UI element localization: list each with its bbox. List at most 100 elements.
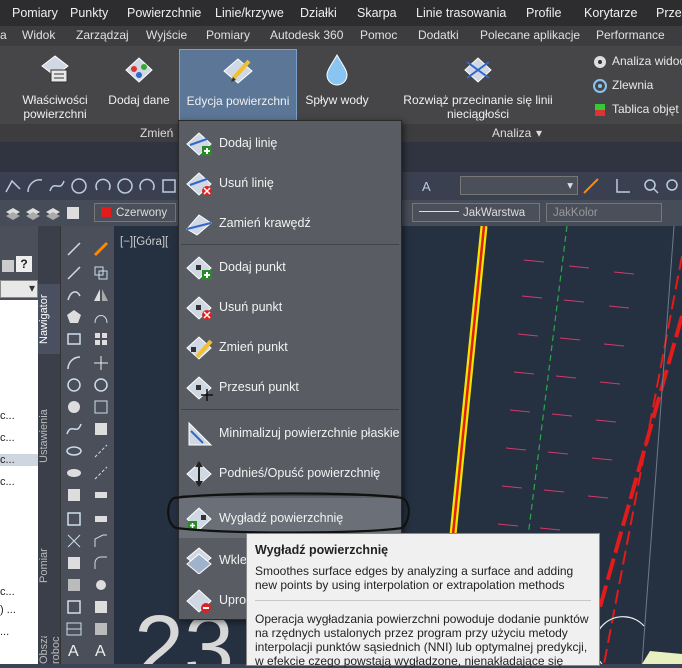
- tab-polecane-aplikacje[interactable]: Polecane aplikacje: [480, 28, 580, 42]
- circle-icon[interactable]: [70, 177, 88, 195]
- menu-profile[interactable]: Profile: [526, 6, 561, 20]
- zoom-icon[interactable]: [642, 177, 660, 195]
- stretch-tool-icon[interactable]: [92, 420, 110, 438]
- palette-combo[interactable]: ▾: [0, 280, 38, 298]
- break-tool-icon[interactable]: [92, 486, 110, 504]
- tab-performance[interactable]: Performance: [596, 28, 665, 42]
- menu-item-delete-line[interactable]: Usuń linię: [179, 163, 401, 203]
- list-item[interactable]: ...: [0, 626, 9, 638]
- water-drop-button[interactable]: Spływ wody: [302, 52, 372, 107]
- arc-tool-icon[interactable]: [65, 354, 83, 372]
- rotate-tool-icon[interactable]: [92, 376, 110, 394]
- analysis-expand-icon[interactable]: ▾: [536, 126, 542, 140]
- mtext-tool-icon[interactable]: A: [65, 640, 83, 658]
- add-data-button[interactable]: Dodaj dane: [104, 52, 174, 107]
- arc-ccw-icon[interactable]: [94, 177, 112, 195]
- zoom-window-icon[interactable]: [664, 177, 682, 195]
- insert-block-tool-icon[interactable]: [65, 486, 83, 504]
- menu-dzialki[interactable]: Działki: [300, 6, 337, 20]
- panel-title-analiza[interactable]: Analiza: [492, 126, 531, 140]
- properties-tool-icon[interactable]: [92, 598, 110, 616]
- fillet-tool-icon[interactable]: [92, 554, 110, 572]
- menu-item-swap-edge[interactable]: Zamień krawędź: [179, 203, 401, 243]
- copy-tool-icon[interactable]: [92, 264, 110, 282]
- polygon-tool-icon[interactable]: [65, 308, 83, 326]
- explode-tool-icon[interactable]: [92, 576, 110, 594]
- tab-partial[interactable]: a: [0, 28, 7, 42]
- menu-przekroje[interactable]: Przek: [656, 6, 682, 20]
- rectangle-icon[interactable]: [160, 177, 178, 195]
- layer-tool-3-icon[interactable]: [44, 204, 62, 222]
- tab-pomiar[interactable]: Pomiar: [38, 536, 60, 596]
- menu-korytarze[interactable]: Korytarze: [584, 6, 638, 20]
- move-tool-icon[interactable]: [92, 354, 110, 372]
- menu-powierzchnie[interactable]: Powierzchnie: [127, 6, 201, 20]
- make-block-tool-icon[interactable]: [65, 510, 83, 528]
- menu-pomiary[interactable]: Pomiary: [12, 6, 58, 20]
- list-item[interactable]: ) ...: [0, 604, 16, 616]
- color-combo[interactable]: Czerwony: [94, 203, 176, 222]
- lineweight-combo[interactable]: JakKolor: [546, 203, 662, 222]
- list-item-selected[interactable]: c...: [0, 454, 38, 466]
- surface-properties-button[interactable]: Właściwości powierzchni: [20, 52, 90, 121]
- menu-linie-trasowania[interactable]: Linie trasowania: [416, 6, 506, 20]
- menu-punkty[interactable]: Punkty: [70, 6, 108, 20]
- ellipse-tool-icon[interactable]: [65, 442, 83, 460]
- polyline-icon[interactable]: [4, 177, 22, 195]
- tab-zarzadzaj[interactable]: Zarządzaj: [76, 28, 129, 42]
- scale-tool-icon[interactable]: [92, 398, 110, 416]
- menu-item-delete-point[interactable]: Usuń punkt: [179, 287, 401, 327]
- matchprop-tool-icon[interactable]: [92, 620, 110, 638]
- trim-tool-icon[interactable]: [92, 442, 110, 460]
- ellipse-arc-tool-icon[interactable]: [65, 464, 83, 482]
- circle-tool-icon[interactable]: [65, 376, 83, 394]
- tab-widok[interactable]: Widok: [22, 28, 55, 42]
- edit-surface-button[interactable]: Edycja powierzchni: [179, 49, 297, 121]
- layer-tool-icon[interactable]: [4, 204, 22, 222]
- arc-icon[interactable]: [26, 177, 44, 195]
- menu-item-move-point[interactable]: Przesuń punkt: [179, 367, 401, 407]
- point-tool-icon[interactable]: [65, 532, 83, 550]
- analysis-volume-table-item[interactable]: Tablica objęt: [590, 100, 682, 124]
- table-tool-icon[interactable]: [65, 620, 83, 638]
- rectangle-tool-icon[interactable]: [65, 330, 83, 348]
- linetype-combo[interactable]: JakWarstwa: [412, 203, 540, 222]
- extend-tool-icon[interactable]: [92, 464, 110, 482]
- menu-linie-krzywe[interactable]: Linie/krzywe: [215, 6, 284, 20]
- list-item[interactable]: c...: [0, 410, 15, 422]
- tab-nawigator[interactable]: Nawigator: [38, 284, 60, 354]
- pline-tool-icon[interactable]: [65, 286, 83, 304]
- gradient-tool-icon[interactable]: [65, 576, 83, 594]
- analysis-catchment-item[interactable]: Zlewnia: [590, 76, 682, 100]
- analysis-visibility-item[interactable]: Analiza widoc: [590, 52, 682, 76]
- tab-obszar-roboczy[interactable]: Obszar roboczy: [38, 636, 60, 664]
- xline-tool-icon[interactable]: [65, 264, 83, 282]
- tab-pomiary[interactable]: Pomiary: [206, 28, 250, 42]
- hatch-tool-icon[interactable]: [65, 554, 83, 572]
- array-tool-icon[interactable]: [92, 330, 110, 348]
- match-layer-icon[interactable]: [582, 177, 600, 195]
- menu-item-add-line[interactable]: Dodaj linię: [179, 123, 401, 163]
- tab-pomoc[interactable]: Pomoc: [360, 28, 397, 42]
- grid-icon[interactable]: [0, 258, 16, 274]
- list-item[interactable]: c...: [0, 586, 15, 598]
- tab-wyjscie[interactable]: Wyjście: [146, 28, 187, 42]
- line-tool-icon[interactable]: [65, 240, 83, 258]
- circle-2-icon[interactable]: [116, 177, 134, 195]
- arc-2-icon[interactable]: [138, 177, 156, 195]
- list-item[interactable]: c...: [0, 432, 15, 444]
- spline-icon[interactable]: [48, 177, 66, 195]
- revcloud-tool-icon[interactable]: [65, 398, 83, 416]
- layer-tool-2-icon[interactable]: [24, 204, 42, 222]
- erase-tool-icon[interactable]: [92, 240, 110, 258]
- layer-tool-4-icon[interactable]: [64, 204, 82, 222]
- menu-skarpa[interactable]: Skarpa: [357, 6, 397, 20]
- resolve-crossing-breaklines-button[interactable]: Rozwiąż przecinanie się linii nieciągłoś…: [372, 52, 584, 121]
- text-align-icon[interactable]: A: [420, 177, 438, 195]
- tab-dodatki[interactable]: Dodatki: [418, 28, 459, 42]
- menu-item-minimize-flat-areas[interactable]: Minimalizuj powierzchnie płaskie: [179, 413, 401, 453]
- list-item[interactable]: c...: [0, 476, 15, 488]
- menu-item-raise-lower-surface[interactable]: Podnieś/Opuść powierzchnię: [179, 453, 401, 493]
- chamfer-tool-icon[interactable]: [92, 532, 110, 550]
- tab-ustawienia[interactable]: Ustawienia: [38, 396, 60, 476]
